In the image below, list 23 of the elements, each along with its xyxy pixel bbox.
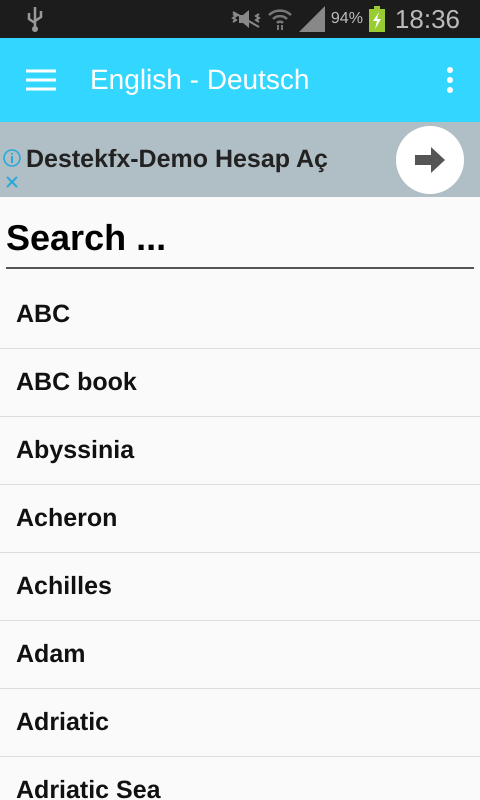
menu-icon[interactable] bbox=[26, 69, 56, 91]
wifi-icon bbox=[266, 7, 293, 31]
word-item[interactable]: Abyssinia bbox=[0, 417, 480, 485]
usb-icon bbox=[26, 5, 44, 33]
arrow-right-icon bbox=[415, 146, 445, 172]
word-item[interactable]: Adam bbox=[0, 621, 480, 689]
info-icon[interactable] bbox=[2, 148, 22, 168]
word-item[interactable]: Achilles bbox=[0, 553, 480, 621]
ad-banner[interactable]: Destekfx-Demo Hesap Aç bbox=[0, 122, 480, 197]
ad-text[interactable]: Destekfx-Demo Hesap Aç bbox=[26, 145, 396, 174]
signal-icon bbox=[298, 6, 325, 32]
word-item[interactable]: ABC bbox=[0, 281, 480, 349]
word-item[interactable]: Adriatic bbox=[0, 689, 480, 757]
word-item[interactable]: Adriatic Sea bbox=[0, 757, 480, 800]
more-icon[interactable] bbox=[446, 67, 454, 93]
search-field[interactable]: Search ... bbox=[6, 209, 474, 269]
word-item[interactable]: ABC book bbox=[0, 349, 480, 417]
word-item[interactable]: Acheron bbox=[0, 485, 480, 553]
clock: 18:36 bbox=[394, 4, 460, 34]
battery-charging-icon bbox=[368, 6, 385, 32]
app-title: English - Deutsch bbox=[90, 64, 310, 96]
mute-icon bbox=[230, 8, 261, 30]
battery-percent: 94% bbox=[330, 10, 363, 28]
